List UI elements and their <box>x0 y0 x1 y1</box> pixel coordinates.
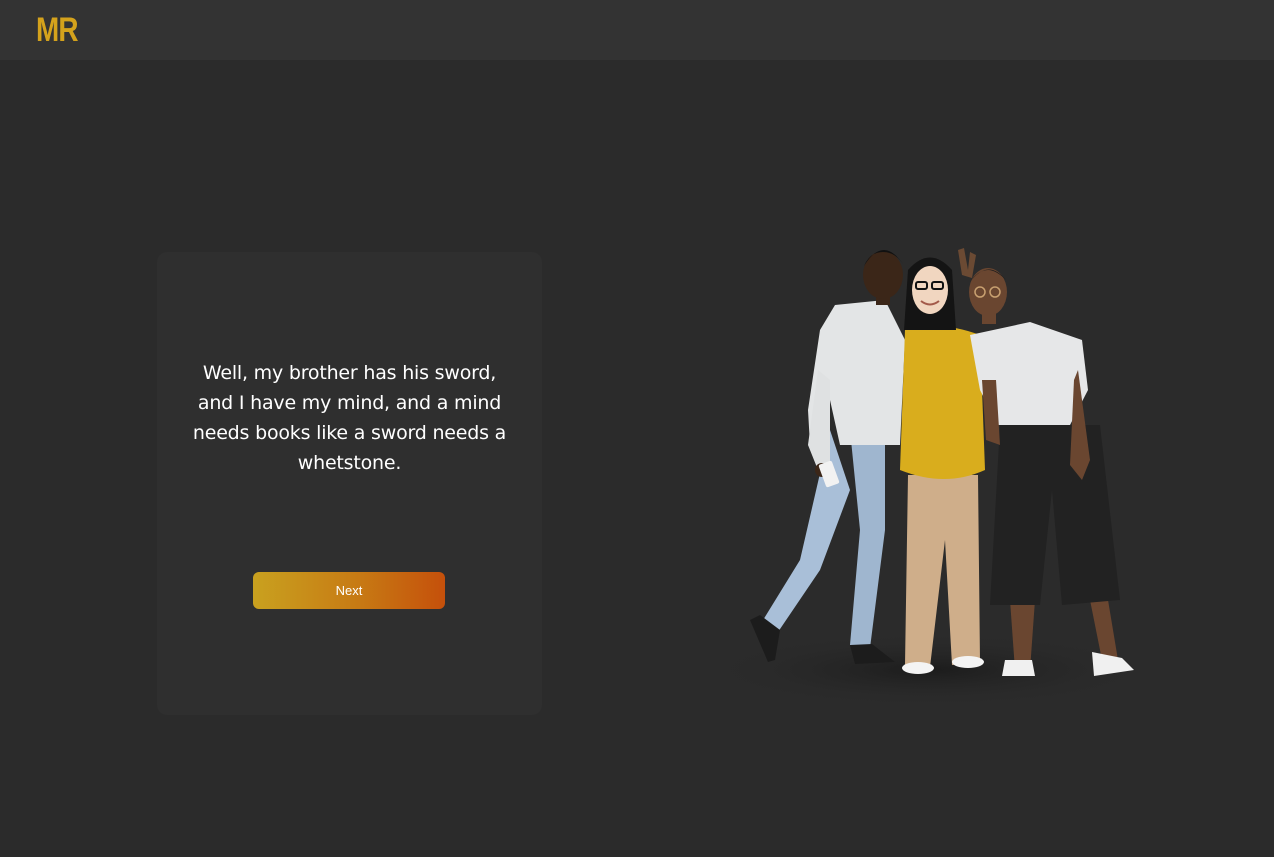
next-button[interactable]: Next <box>253 572 445 609</box>
quote-card: Well, my brother has his sword, and I ha… <box>157 252 542 715</box>
logo[interactable]: MR <box>36 10 79 50</box>
person-right <box>969 268 1134 676</box>
person-left <box>750 249 905 664</box>
top-bar: MR <box>0 0 1274 60</box>
quote-text: Well, my brother has his sword, and I ha… <box>192 362 507 474</box>
people-illustration <box>700 248 1160 708</box>
person-middle <box>900 248 985 674</box>
